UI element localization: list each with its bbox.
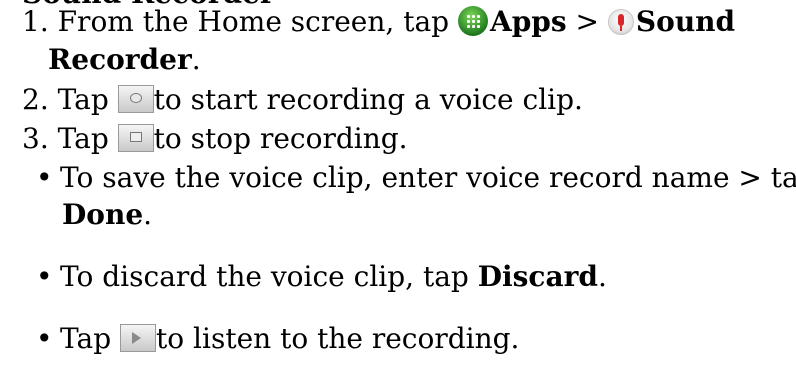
step-text: From the Home screen, tap [57, 5, 450, 38]
record-button-icon [117, 85, 154, 113]
bullet-save-line-2: Done. [62, 197, 152, 233]
play-button-icon [120, 324, 157, 352]
document-page: Sound Recorder 1. From the Home screen, … [0, 0, 796, 387]
bullet-discard: • To discard the voice clip, tap Discard. [36, 259, 607, 295]
step-text: to start recording a voice clip. [153, 83, 583, 116]
bullet-text: To save the voice clip, enter voice reco… [60, 161, 796, 194]
step-text: Tap [57, 83, 109, 116]
step-text: Tap [57, 122, 109, 155]
discard-label: Discard [477, 260, 598, 293]
bullet-save: • To save the voice clip, enter voice rec… [36, 160, 796, 196]
step-1-line-2: Recorder. [48, 42, 201, 78]
step-number: 3. [22, 122, 49, 155]
separator: > [566, 5, 600, 38]
step-3: 3. Tap to stop recording. [22, 121, 408, 157]
period: . [597, 260, 607, 293]
recorder-label: Recorder [48, 43, 192, 76]
bullet-dot: • [36, 161, 53, 194]
bullet-listen: • Tap to listen to the recording. [36, 321, 519, 357]
sound-label: Sound [635, 5, 736, 38]
period: . [191, 43, 201, 76]
step-2: 2. Tap to start recording a voice clip. [22, 82, 583, 118]
apps-icon [457, 6, 488, 36]
bullet-text: To discard the voice clip, tap [60, 260, 469, 293]
bullet-text: Tap [60, 322, 112, 355]
bullet-dot: • [36, 260, 53, 293]
period: . [143, 198, 153, 231]
bullet-text: to listen to the recording. [156, 322, 520, 355]
bullet-dot: • [36, 322, 53, 355]
step-number: 2. [22, 83, 49, 116]
done-label: Done [62, 198, 144, 231]
step-number: 1. [22, 5, 49, 38]
apps-label: Apps [489, 5, 567, 38]
step-1-line-1: 1. From the Home screen, tap Apps > Soun… [22, 4, 735, 40]
step-text: to stop recording. [153, 122, 408, 155]
microphone-icon [607, 9, 634, 35]
stop-button-icon [117, 124, 154, 152]
